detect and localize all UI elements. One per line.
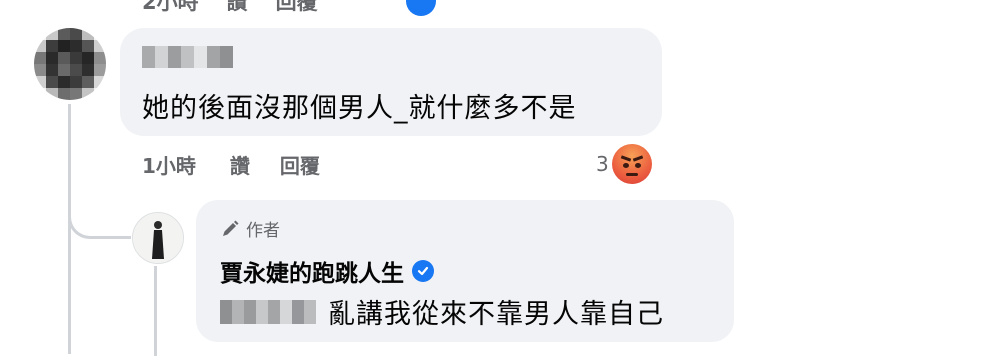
reply-content: 亂講我從來不靠男人靠自己 [220,292,664,331]
thread-line [68,104,71,354]
previous-comment-actions: 2小時 讚 回覆 [142,0,318,16]
comment-text: 她的後面沒那個男人_就什麼多不是 [142,93,577,124]
page-name[interactable]: 賈永婕的跑跳人生 [220,254,404,288]
commenter-avatar[interactable] [34,28,106,100]
reply-connector [68,196,131,239]
reply-button[interactable]: 回覆 [280,150,320,179]
angry-emoji-icon[interactable] [612,144,652,184]
comment-time[interactable]: 1小時 [142,150,196,179]
pencil-icon [223,220,239,236]
previous-comment-time: 2小時 [142,0,199,14]
previous-reaction-icon [406,0,436,16]
blurred-commenter-name[interactable] [142,46,233,68]
author-badge: 作者 [220,216,280,241]
comment-actions: 1小時 讚 回覆 [142,150,320,179]
previous-like-button[interactable]: 讚 [227,0,248,16]
page-name-link[interactable]: 賈永婕的跑跳人生 [220,254,434,288]
verified-badge-icon [412,260,434,282]
previous-reply-button[interactable]: 回覆 [276,0,318,16]
author-avatar-figure [133,213,183,263]
blurred-mention[interactable] [220,299,316,324]
author-badge-label: 作者 [246,221,280,241]
reply-thread-line [154,266,157,356]
reaction-count[interactable]: 3 [596,152,609,176]
author-avatar[interactable] [132,212,184,264]
like-button[interactable]: 讚 [230,150,250,179]
reply-text: 亂講我從來不靠男人靠自己 [328,299,664,330]
